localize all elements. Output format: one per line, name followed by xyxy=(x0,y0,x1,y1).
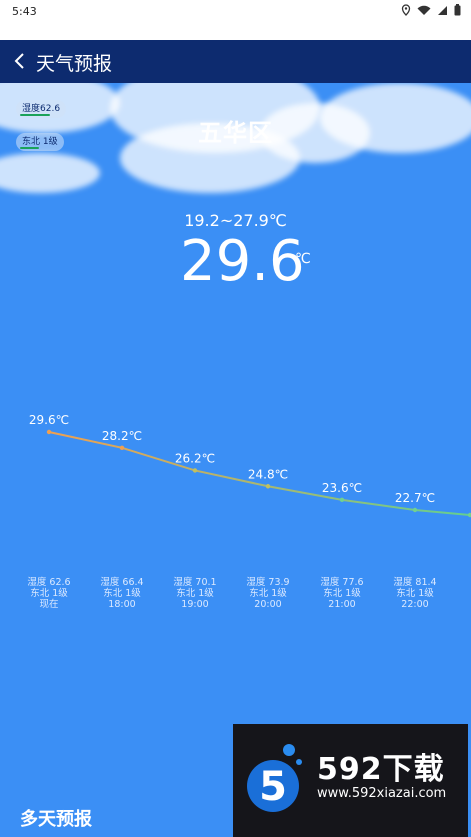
temp-label: 28.2℃ xyxy=(102,429,142,443)
status-bar: 5:43 xyxy=(0,0,471,24)
status-icons xyxy=(401,4,461,16)
temp-point xyxy=(339,497,345,503)
location-icon xyxy=(401,4,411,16)
hourly-humidity: 湿度 66.4 xyxy=(100,577,144,588)
temp-label: 23.6℃ xyxy=(322,481,362,495)
hourly-time: 20:00 xyxy=(254,599,282,610)
back-icon[interactable] xyxy=(12,51,30,71)
status-time: 5:43 xyxy=(12,5,37,18)
temp-point xyxy=(412,507,418,513)
hourly-item: 湿度 81.4 东北 1级 22:00 xyxy=(385,577,445,610)
temp-label: 29.6℃ xyxy=(29,413,69,427)
hourly-humidity: 湿度 77.6 xyxy=(320,577,364,588)
temp-label: 26.2℃ xyxy=(175,451,215,465)
temp-point xyxy=(265,484,271,489)
hourly-humidity: 湿度 62.6 xyxy=(27,577,71,588)
hourly-wind: 东北 1级 xyxy=(323,588,361,599)
hourly-wind: 东北 1级 xyxy=(249,588,287,599)
hourly-item: 湿度 77.6 东北 1级 21:00 xyxy=(312,577,372,610)
site-watermark: 5 592下载 www.592xiazai.com xyxy=(233,724,468,837)
temp-point xyxy=(46,429,52,435)
hourly-item: 湿度 70.1 东北 1级 19:00 xyxy=(165,577,225,610)
hourly-wind: 东北 1级 xyxy=(103,588,141,599)
hourly-time: 21:00 xyxy=(328,599,356,610)
hourly-time: 18:00 xyxy=(108,599,136,610)
hourly-humidity: 湿度 70.1 xyxy=(173,577,217,588)
hourly-time: 现在 xyxy=(39,599,59,610)
hourly-wind: 东北 1级 xyxy=(30,588,68,599)
watermark-url: www.592xiazai.com xyxy=(317,786,447,801)
temp-point xyxy=(192,468,198,473)
temp-label: 22.7℃ xyxy=(395,491,435,505)
svg-text:5: 5 xyxy=(259,764,287,810)
hourly-item: 湿度 66.4 东北 1级 18:00 xyxy=(92,577,152,610)
watermark-logo: 5 xyxy=(247,744,302,812)
hourly-time: 22:00 xyxy=(401,599,429,610)
hourly-item: 湿度 62.6 东北 1级 现在 xyxy=(19,577,79,610)
app-bar: 天气预报 xyxy=(0,40,471,83)
wifi-icon xyxy=(417,5,431,15)
hourly-humidity: 湿度 81.4 xyxy=(393,577,437,588)
hourly-time: 19:00 xyxy=(181,599,209,610)
battery-icon xyxy=(454,4,461,16)
temp-label: 24.8℃ xyxy=(248,467,288,481)
signal-icon xyxy=(438,5,447,15)
hourly-wind: 东北 1级 xyxy=(176,588,214,599)
hourly-item: 湿度 73.9 东北 1级 20:00 xyxy=(238,577,298,610)
temp-point xyxy=(119,445,125,451)
hourly-wind: 东北 1级 xyxy=(396,588,434,599)
watermark-brand: 592下载 xyxy=(317,752,445,787)
hourly-humidity: 湿度 73.9 xyxy=(246,577,290,588)
multi-day-title[interactable]: 多天预报 xyxy=(20,805,92,831)
page-title: 天气预报 xyxy=(36,53,113,75)
